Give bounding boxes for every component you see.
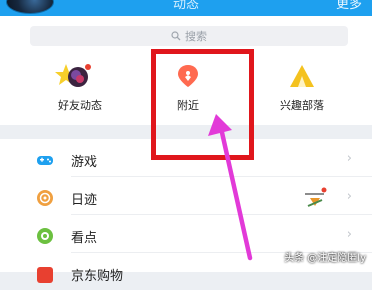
pointer-arrow (208, 114, 253, 261)
watermark: 头条 @注定隐匿ly (284, 253, 366, 264)
